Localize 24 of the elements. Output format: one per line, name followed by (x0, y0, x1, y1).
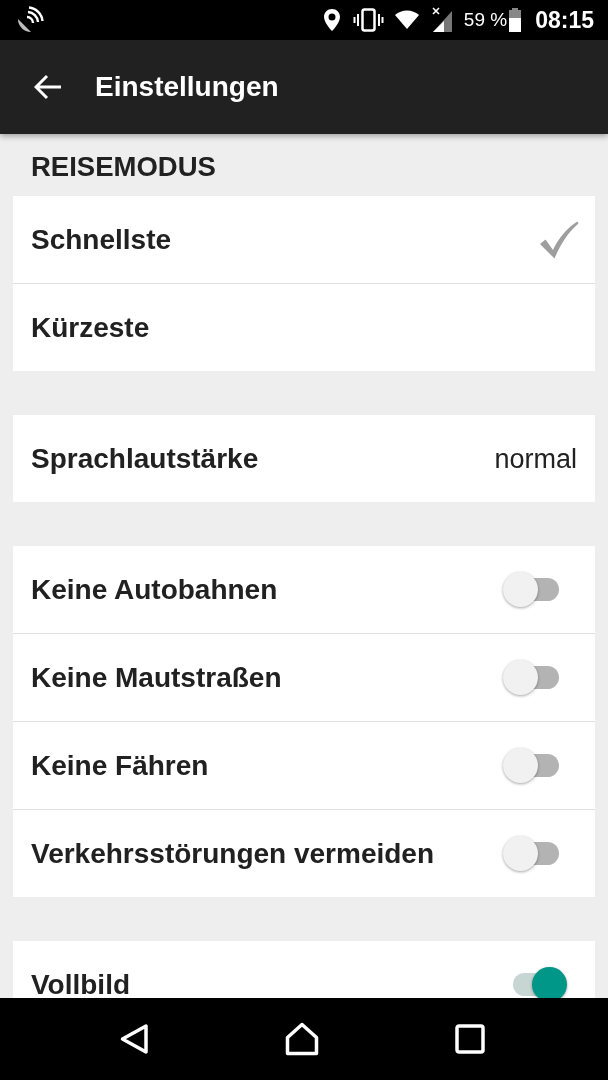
home-icon (285, 1022, 319, 1056)
battery-percent: 59 % (463, 9, 508, 31)
square-icon (455, 1024, 485, 1054)
vibrate-icon (352, 8, 384, 32)
route-option[interactable]: Kürzeste (13, 283, 595, 371)
section-header: REISEMODUS (30, 150, 217, 184)
back-icon (119, 1023, 149, 1055)
setting-item[interactable]: Keine Mautstraßen (13, 633, 595, 721)
setting-item[interactable]: Sprachlautstärke normal (13, 415, 595, 502)
route-option[interactable]: Schnellste (13, 196, 595, 283)
setting-item[interactable]: Verkehrsstörungen vermeiden (13, 809, 595, 897)
wifi-icon (393, 10, 420, 30)
battery-icon (509, 8, 522, 32)
checkmark-icon (539, 220, 579, 259)
setting-item[interactable]: Keine Autobahnen (13, 546, 595, 633)
signal-icon (431, 7, 453, 33)
satellite-dish-icon (16, 6, 44, 34)
setting-value: normal (494, 442, 577, 475)
clock-time: 08:15 (535, 7, 594, 33)
screen-title: Einstellungen (95, 71, 279, 103)
back-arrow-icon (34, 74, 62, 100)
location-pin-icon (322, 8, 341, 32)
setting-item[interactable]: Vollbild (13, 941, 595, 998)
setting-item[interactable]: Keine Fähren (13, 721, 595, 809)
